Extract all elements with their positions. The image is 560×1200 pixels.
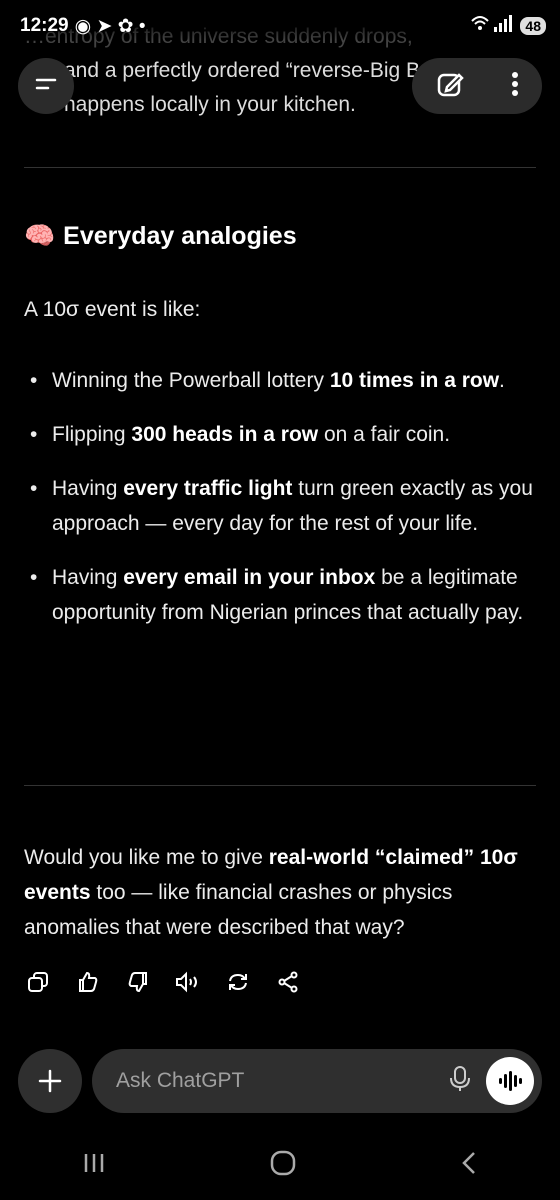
menu-button[interactable]: [18, 58, 74, 114]
voice-waveform-icon: [499, 1071, 522, 1091]
message-input-wrap: [92, 1049, 542, 1113]
plus-icon: [38, 1069, 62, 1093]
wifi-signal-icon: [470, 13, 514, 39]
section-heading: 🧠 Everyday analogies: [24, 222, 536, 251]
composer: [18, 1048, 542, 1114]
analogy-text: .: [499, 369, 505, 392]
analogy-emphasis: 300 heads in a row: [131, 423, 319, 446]
read-aloud-icon: [176, 971, 197, 993]
regenerate-button[interactable]: [222, 964, 254, 1000]
followup-pre: Would you like me to give: [24, 846, 269, 869]
section-divider-top: [24, 167, 536, 168]
thumbs-up-icon: [79, 971, 98, 992]
analogy-item: Winning the Powerball lottery 10 times i…: [24, 363, 536, 398]
home-button[interactable]: [270, 1150, 296, 1181]
brain-icon: 🧠: [24, 222, 56, 250]
recent-apps-button[interactable]: [81, 1152, 107, 1179]
dislike-button[interactable]: [122, 964, 154, 1000]
share-button[interactable]: [272, 964, 304, 1000]
copy-icon: [28, 972, 48, 992]
notification-icons: ◉ ➤ ✿ •: [74, 15, 146, 37]
edit-icon: [437, 72, 464, 96]
copy-button[interactable]: [22, 964, 54, 1000]
more-options-button[interactable]: [511, 69, 519, 104]
analogy-text: Having: [52, 477, 124, 500]
add-attachment-button[interactable]: [18, 1049, 82, 1113]
more-vertical-icon: [512, 71, 518, 96]
regenerate-icon: [229, 973, 247, 991]
analogies-list: Winning the Powerball lottery 10 times i…: [24, 363, 536, 649]
analogy-emphasis: every traffic light: [123, 477, 293, 500]
analogy-item: Having every traffic light turn green ex…: [24, 471, 536, 541]
read-aloud-button[interactable]: [172, 964, 204, 1000]
dictate-button[interactable]: [448, 1065, 472, 1098]
section-divider-bottom: [24, 785, 536, 786]
battery-level: 48: [520, 17, 546, 35]
analogy-item: Having every email in your inbox be a le…: [24, 560, 536, 630]
intro-text: A 10σ event is like:: [24, 298, 201, 321]
analogy-text: Winning the Powerball lottery: [52, 369, 330, 392]
system-nav-bar: [0, 1140, 560, 1190]
voice-mode-button[interactable]: [486, 1057, 534, 1105]
message-input[interactable]: [114, 1068, 448, 1094]
status-bar: 12:29 ◉ ➤ ✿ • 48: [0, 0, 560, 52]
top-actions-pill: [412, 58, 542, 114]
message-actions: [22, 964, 304, 1000]
status-time: 12:29: [20, 15, 69, 36]
analogy-text: on a fair coin.: [318, 423, 451, 446]
home-icon: [270, 1150, 296, 1175]
analogy-text: Flipping: [52, 423, 132, 446]
analogy-text: Having: [52, 566, 124, 589]
analogy-emphasis: every email in your inbox: [123, 566, 376, 589]
menu-icon: [34, 74, 58, 99]
share-icon: [278, 971, 298, 993]
followup-question: Would you like me to give real-world “cl…: [24, 840, 536, 945]
new-chat-button[interactable]: [435, 69, 465, 104]
analogy-item: Flipping 300 heads in a row on a fair co…: [24, 417, 536, 452]
analogy-emphasis: 10 times in a row: [329, 369, 500, 392]
recent-apps-icon: [85, 1153, 104, 1172]
microphone-icon: [450, 1065, 470, 1091]
back-icon: [461, 1151, 475, 1174]
thumbs-down-icon: [128, 972, 147, 993]
back-button[interactable]: [459, 1150, 479, 1181]
section-heading-text: Everyday analogies: [63, 222, 297, 250]
like-button[interactable]: [72, 964, 104, 1000]
